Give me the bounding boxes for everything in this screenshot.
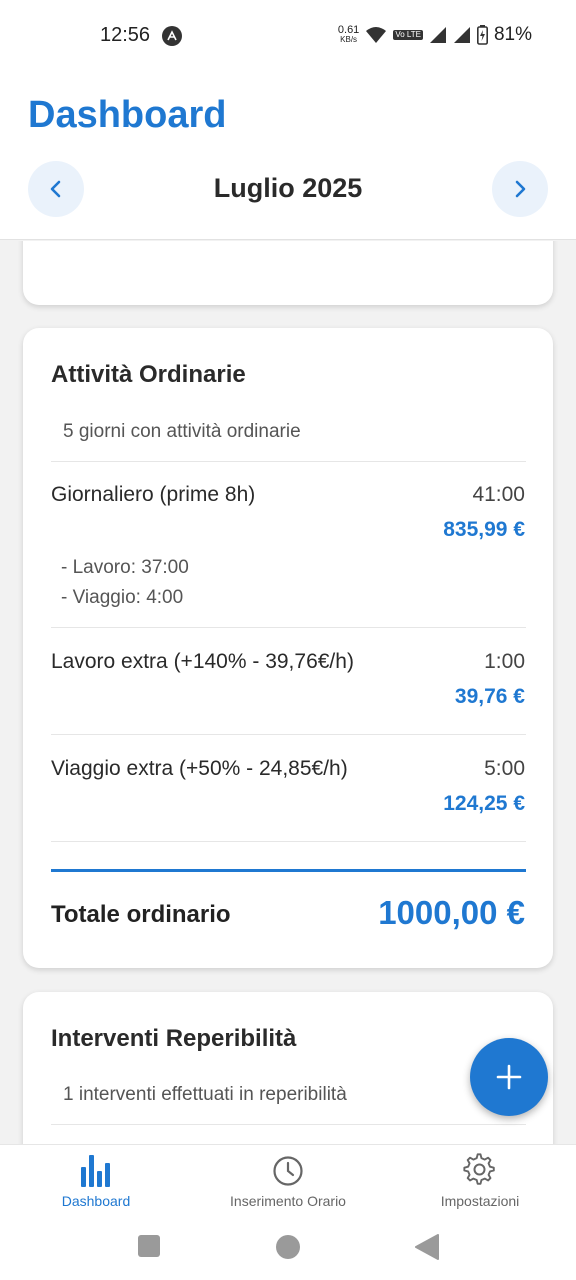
triangle-back-icon [415,1234,439,1260]
tab-dashboard[interactable]: Dashboard [0,1153,192,1209]
card-title: Attività Ordinarie [51,361,246,388]
home-button[interactable] [275,1234,301,1265]
bar-chart-icon [81,1155,110,1187]
row-amount-extra-travel: 124,25 € [443,792,525,815]
status-bar: 12:56 0.61 KB/s Vo LTE 81% [0,0,576,72]
total-separator [51,869,526,872]
row-hours-extra-work: 1:00 [484,650,525,673]
divider [51,461,526,462]
system-navigation-bar [0,1220,576,1280]
total-label: Totale ordinario [51,901,231,928]
summary-card [23,241,553,305]
next-month-button[interactable] [492,161,548,217]
divider [51,627,526,628]
divider [51,1124,526,1125]
dashboard-content[interactable]: Attività Ordinarie 5 giorni con attività… [0,241,576,1144]
signal-icon [429,27,446,43]
status-time: 12:56 [100,24,151,46]
signal-icon [453,27,470,43]
circle-icon [276,1235,300,1259]
total-value: 1000,00 € [378,894,525,931]
card-subtitle: 5 giorni con attività ordinarie [63,421,301,442]
row-hours-daily: 41:00 [472,483,525,506]
ordinary-activities-card: Attività Ordinarie 5 giorni con attività… [23,328,553,968]
volte-badge: Vo LTE [393,30,423,40]
back-button[interactable] [414,1234,440,1265]
square-icon [138,1235,160,1257]
clock-icon [273,1156,303,1186]
divider [51,734,526,735]
tab-label: Impostazioni [440,1193,520,1209]
plus-icon [496,1064,522,1090]
tab-impostazioni[interactable]: Impostazioni [384,1153,576,1209]
month-label: Luglio 2025 [213,173,363,203]
wifi-icon [366,27,387,43]
battery-level: 81% [493,24,532,45]
add-entry-button[interactable] [470,1038,548,1116]
battery-icon [476,25,488,45]
divider [51,841,526,842]
app-notification-icon [162,26,182,46]
chevron-right-icon [515,180,526,198]
detail-work: - Lavoro: 37:00 [61,557,189,578]
row-hours-extra-travel: 5:00 [484,757,525,780]
page-title: Dashboard [28,94,227,136]
tab-inserimento-orario[interactable]: Inserimento Orario [192,1153,384,1209]
row-amount-daily: 835,99 € [443,518,525,541]
card-title: Interventi Reperibilità [51,1025,297,1052]
tab-label: Dashboard [61,1193,131,1209]
recents-button[interactable] [137,1234,161,1263]
row-label-daily: Giornaliero (prime 8h) [51,483,256,506]
net-speed: 0.61 KB/s [337,24,360,45]
row-label-extra-travel: Viaggio extra (+50% - 24,85€/h) [51,757,348,780]
row-amount-extra-work: 39,76 € [454,685,525,708]
status-indicators: 0.61 KB/s Vo LTE 81% [338,24,532,46]
app-header: Dashboard Luglio 2025 [0,72,576,240]
tab-label: Inserimento Orario [230,1193,346,1209]
row-label-extra-work: Lavoro extra (+140% - 39,76€/h) [51,650,354,673]
card-subtitle: 1 interventi effettuati in reperibilità [63,1084,347,1105]
bottom-navigation: Dashboard Inserimento Orario Impostazion… [0,1144,576,1220]
gear-icon [463,1153,495,1185]
detail-travel: - Viaggio: 4:00 [61,587,184,608]
